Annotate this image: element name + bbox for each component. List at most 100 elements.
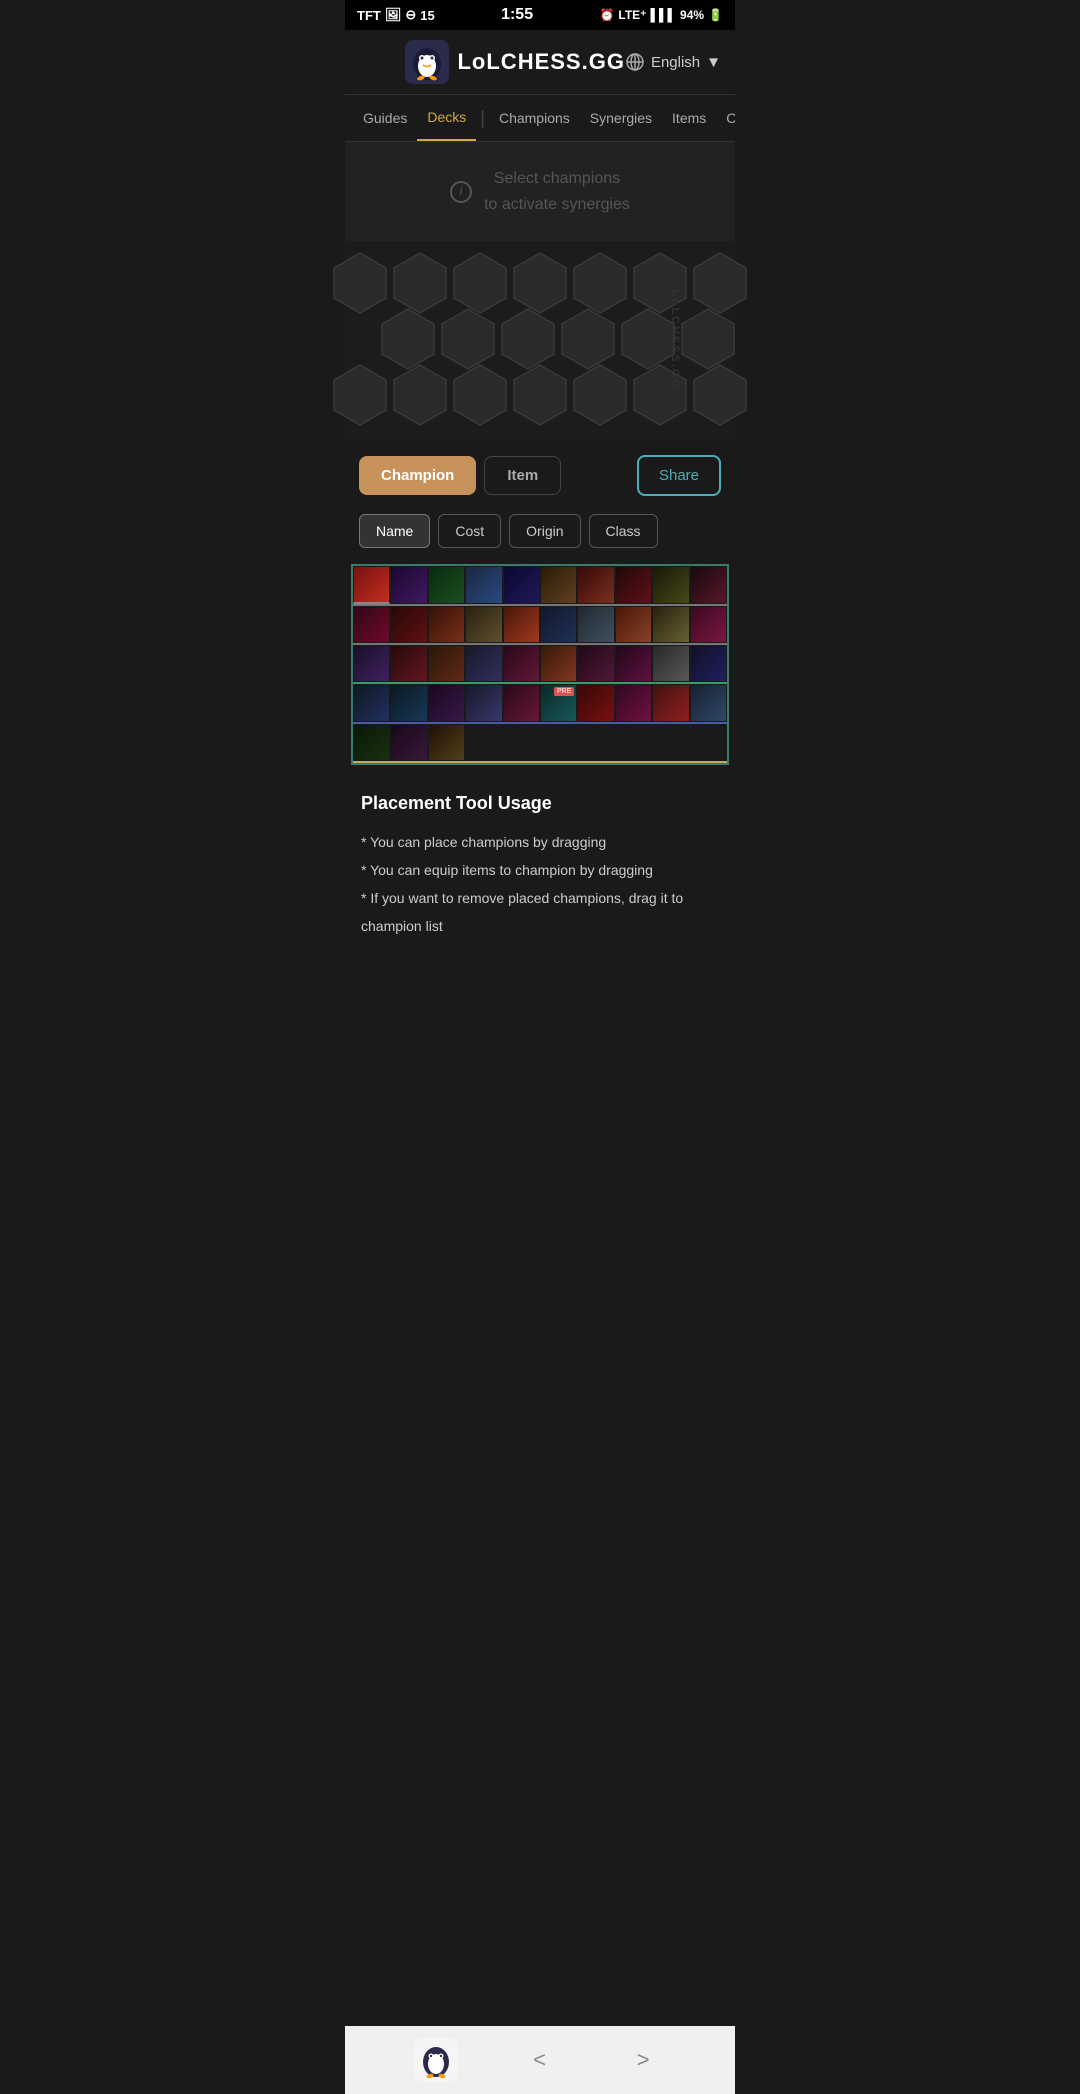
nav-decks[interactable]: Decks (417, 95, 476, 141)
logo[interactable]: LoLCHESS.GG (405, 40, 624, 84)
champion-cell[interactable] (577, 566, 614, 603)
hex-cell[interactable] (332, 251, 388, 315)
nav-synergies[interactable]: Synergies (580, 96, 662, 140)
item-tab[interactable]: Item (484, 456, 561, 495)
champ-row-3 (353, 645, 727, 684)
placement-line-3: * If you want to remove placed champions… (361, 884, 719, 940)
hex-cell[interactable] (392, 251, 448, 315)
champion-cell[interactable] (390, 566, 427, 603)
champion-cell[interactable] (577, 606, 614, 643)
signal-text: LTE⁺ (618, 8, 646, 22)
hex-cell[interactable] (620, 307, 676, 371)
champion-cell[interactable] (690, 684, 727, 721)
share-button[interactable]: Share (637, 455, 721, 496)
champion-tab[interactable]: Champion (359, 456, 476, 495)
nav-champions[interactable]: Champions (489, 96, 580, 140)
hex-cell[interactable] (572, 251, 628, 315)
champion-cell[interactable] (465, 606, 502, 643)
champion-cell[interactable] (428, 684, 465, 721)
champion-cell[interactable] (652, 645, 689, 682)
champ-row-1 (353, 566, 727, 605)
champion-cell[interactable] (615, 684, 652, 721)
champion-cell[interactable] (428, 724, 465, 761)
status-right: ⏰ LTE⁺ ▌▌▌ 94% 🔋 (599, 8, 723, 22)
hex-cell[interactable] (500, 307, 556, 371)
champion-cell[interactable] (390, 684, 427, 721)
champion-cell[interactable] (503, 684, 540, 721)
language-label: English (651, 54, 700, 71)
champion-cell[interactable] (540, 645, 577, 682)
champion-cell[interactable] (577, 645, 614, 682)
hex-cell[interactable] (452, 363, 508, 427)
hex-cell[interactable] (380, 307, 436, 371)
champion-cell[interactable] (615, 566, 652, 603)
hex-cell[interactable] (512, 251, 568, 315)
champion-cell[interactable] (652, 606, 689, 643)
champion-cell[interactable] (577, 684, 614, 721)
champion-cell[interactable] (690, 606, 727, 643)
info-icon: i (450, 181, 472, 203)
champion-cell[interactable] (428, 606, 465, 643)
hex-cell[interactable] (332, 363, 388, 427)
main-nav: Guides Decks | Champions Synergies Items… (345, 95, 735, 142)
champion-cell[interactable] (428, 566, 465, 603)
status-left: TFT 🖼 ⊖ 15 (357, 7, 435, 23)
forward-button[interactable]: > (621, 2039, 666, 2081)
champ-row-2 (353, 606, 727, 645)
sort-class-button[interactable]: Class (589, 514, 658, 548)
champion-cell[interactable] (353, 724, 390, 761)
champion-cell[interactable] (428, 645, 465, 682)
champion-cell[interactable] (390, 724, 427, 761)
nav-cheat-sheet[interactable]: Cheat Sheet (716, 96, 735, 140)
hex-cell[interactable] (572, 363, 628, 427)
nav-divider-1: | (476, 108, 489, 129)
champion-cell[interactable] (390, 645, 427, 682)
hex-cell[interactable] (452, 251, 508, 315)
hex-cell[interactable] (560, 307, 616, 371)
alarm-icon: ⏰ (599, 8, 614, 22)
champion-cell[interactable] (540, 606, 577, 643)
nav-guides[interactable]: Guides (353, 96, 417, 140)
logo-text: LoLCHESS.GG (457, 49, 624, 75)
language-selector[interactable]: English ▼ (625, 52, 721, 72)
champion-cell[interactable] (465, 566, 502, 603)
status-icon-photo: 🖼 (385, 7, 402, 23)
champion-cell[interactable] (615, 606, 652, 643)
champion-cell[interactable] (503, 606, 540, 643)
battery-text: 94% (680, 8, 704, 22)
champion-cell[interactable] (690, 566, 727, 603)
hex-cell[interactable] (440, 307, 496, 371)
champion-cell-pre[interactable]: PRE (540, 684, 577, 721)
hex-cell[interactable] (680, 307, 736, 371)
placement-line-2: * You can equip items to champion by dra… (361, 856, 719, 884)
champion-cell[interactable] (353, 645, 390, 682)
sort-name-button[interactable]: Name (359, 514, 430, 548)
hex-cell[interactable] (692, 251, 748, 315)
hex-cell[interactable] (392, 363, 448, 427)
champion-cell[interactable] (353, 566, 390, 603)
hex-board: LoLCHESS.GG (345, 241, 735, 439)
champion-cell[interactable] (503, 645, 540, 682)
back-button[interactable]: < (517, 2039, 562, 2081)
champion-cell[interactable] (465, 684, 502, 721)
sort-cost-button[interactable]: Cost (438, 514, 501, 548)
champion-cell[interactable] (390, 606, 427, 643)
champion-cell[interactable] (353, 606, 390, 643)
chevron-down-icon: ▼ (706, 54, 721, 71)
placement-line-1: * You can place champions by dragging (361, 828, 719, 856)
champion-cell[interactable] (652, 684, 689, 721)
hex-row-2 (380, 307, 736, 371)
hex-cell[interactable] (692, 363, 748, 427)
champ-row-4: PRE (353, 684, 727, 723)
champion-cell[interactable] (615, 645, 652, 682)
hex-cell[interactable] (512, 363, 568, 427)
champion-cell[interactable] (690, 645, 727, 682)
champion-cell[interactable] (503, 566, 540, 603)
champion-cell[interactable] (353, 684, 390, 721)
sort-origin-button[interactable]: Origin (509, 514, 580, 548)
champion-cell[interactable] (540, 566, 577, 603)
champion-cell[interactable] (465, 645, 502, 682)
placement-instructions: * You can place champions by dragging * … (361, 828, 719, 940)
champion-cell[interactable] (652, 566, 689, 603)
nav-items[interactable]: Items (662, 96, 716, 140)
